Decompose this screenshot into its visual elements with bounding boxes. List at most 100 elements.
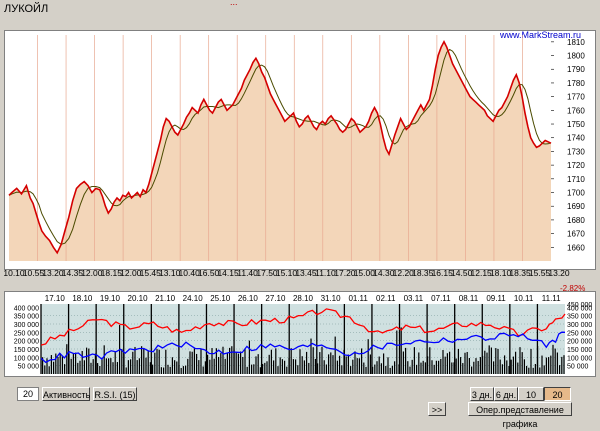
volume-bar bbox=[391, 365, 393, 374]
volume-x-tick-label: 18.10 bbox=[72, 294, 93, 303]
volume-bar bbox=[363, 362, 365, 374]
price-chart: 1660 1670 1680 1690 1700 1710 1720 1730 1740 1750… bbox=[8, 35, 585, 261]
volume-x-tick-label: 24.10 bbox=[183, 294, 204, 303]
volume-bar bbox=[561, 356, 563, 374]
y-tick-label: 1760 bbox=[567, 106, 585, 115]
volume-bar bbox=[374, 364, 376, 374]
volume-bar bbox=[548, 357, 550, 374]
x-tick-label: 11.10 bbox=[315, 268, 336, 278]
volume-bar bbox=[218, 357, 220, 374]
volume-x-tick-label: 19.10 bbox=[100, 294, 121, 303]
x-tick-label: 14.35 bbox=[61, 268, 84, 278]
volume-left-tick-label: 350 000 bbox=[14, 314, 39, 321]
volume-bar bbox=[526, 365, 528, 374]
range-6-days-button[interactable]: 6 дн. bbox=[494, 387, 518, 401]
volume-bar bbox=[204, 361, 206, 374]
volume-bar bbox=[79, 360, 81, 374]
volume-bar bbox=[422, 360, 424, 374]
volume-bar bbox=[233, 349, 235, 374]
volume-bar bbox=[86, 347, 88, 374]
volume-bar bbox=[464, 352, 466, 374]
activity-button[interactable]: Активность bbox=[42, 387, 90, 401]
volume-right-tick-label: 250 000 bbox=[567, 330, 592, 337]
volume-bar bbox=[479, 357, 481, 374]
volume-bar bbox=[330, 352, 332, 374]
range-10-days-button[interactable]: 10 дн. bbox=[518, 387, 544, 414]
volume-bar bbox=[321, 346, 323, 374]
x-tick-label: 13.10 bbox=[159, 268, 181, 278]
volume-bar bbox=[314, 358, 316, 374]
volume-bar bbox=[90, 362, 92, 374]
forward-button[interactable]: >> bbox=[428, 402, 446, 416]
volume-bar bbox=[532, 367, 534, 374]
volume-bar bbox=[506, 360, 508, 374]
volume-bar bbox=[385, 365, 387, 374]
y-tick-label: 1770 bbox=[567, 93, 585, 102]
volume-bar bbox=[50, 355, 52, 374]
range-3-days-button[interactable]: 3 дн. bbox=[470, 387, 494, 401]
volume-bar bbox=[224, 358, 226, 374]
volume-bar bbox=[473, 361, 475, 374]
volume-bar bbox=[306, 351, 308, 374]
volume-bar bbox=[462, 363, 464, 374]
volume-bar bbox=[380, 363, 382, 374]
y-tick-label: 1810 bbox=[567, 38, 585, 47]
volume-bar bbox=[523, 359, 525, 374]
x-tick-label: 14.15 bbox=[217, 268, 239, 278]
volume-bar bbox=[451, 362, 453, 374]
x-tick-label: 12.00 bbox=[120, 268, 142, 278]
volume-bar bbox=[497, 348, 499, 374]
period-input[interactable]: 20 bbox=[17, 387, 39, 401]
x-tick-label: 16.50 bbox=[198, 268, 220, 278]
volume-bar bbox=[160, 367, 162, 374]
y-tick-label: 1700 bbox=[567, 189, 585, 198]
x-tick-label: 13.20 bbox=[548, 268, 570, 278]
volume-bar bbox=[114, 351, 116, 374]
range-20-days-button[interactable]: 20 дн. bbox=[544, 387, 571, 414]
rsi-button[interactable]: R.S.I. (15) bbox=[93, 387, 137, 401]
volume-bar bbox=[510, 359, 512, 374]
volume-bar bbox=[262, 363, 264, 374]
x-tick-label: 18.35 bbox=[412, 268, 434, 278]
volume-left-tick-label: 300 000 bbox=[14, 322, 39, 329]
volume-x-tick-label: 17.10 bbox=[45, 294, 66, 303]
x-tick-label: 14.50 bbox=[451, 268, 473, 278]
x-tick-label: 15.00 bbox=[353, 268, 375, 278]
volume-bar bbox=[347, 354, 349, 374]
volume-bar bbox=[152, 364, 154, 374]
volume-bar bbox=[455, 358, 457, 374]
volume-bar bbox=[70, 358, 72, 374]
volume-bar bbox=[158, 349, 160, 374]
volume-bar bbox=[105, 358, 107, 374]
volume-bar bbox=[279, 357, 281, 374]
volume-bar bbox=[396, 330, 398, 374]
volume-right-tick-label: 400 000 bbox=[567, 305, 592, 312]
volume-x-tick-label: 20.10 bbox=[128, 294, 149, 303]
operational-view-button[interactable]: Опер.представление графика bbox=[468, 402, 572, 429]
volume-bar bbox=[270, 349, 272, 374]
volume-bar bbox=[59, 353, 61, 374]
y-tick-label: 1680 bbox=[567, 216, 585, 225]
volume-bar bbox=[48, 366, 50, 374]
volume-right-tick-label: 100 000 bbox=[567, 355, 592, 362]
volume-bar bbox=[226, 352, 228, 374]
x-tick-label: 10.55 bbox=[22, 268, 45, 278]
volume-bar bbox=[369, 354, 371, 374]
volume-bar bbox=[292, 359, 294, 374]
volume-bar bbox=[328, 354, 330, 374]
volume-bar bbox=[319, 352, 321, 374]
volume-bar bbox=[55, 353, 57, 374]
volume-bar bbox=[222, 346, 224, 374]
volume-bar bbox=[240, 351, 242, 374]
volume-bar bbox=[312, 347, 314, 374]
volume-bar bbox=[504, 355, 506, 374]
volume-bar bbox=[367, 339, 369, 374]
volume-bar bbox=[108, 358, 110, 374]
volume-bar bbox=[334, 336, 336, 374]
volume-bar bbox=[123, 353, 125, 374]
volume-bar bbox=[365, 366, 367, 374]
volume-bar bbox=[460, 357, 462, 374]
volume-bar bbox=[303, 360, 305, 374]
volume-bar bbox=[409, 366, 411, 374]
volume-bar bbox=[354, 351, 356, 374]
